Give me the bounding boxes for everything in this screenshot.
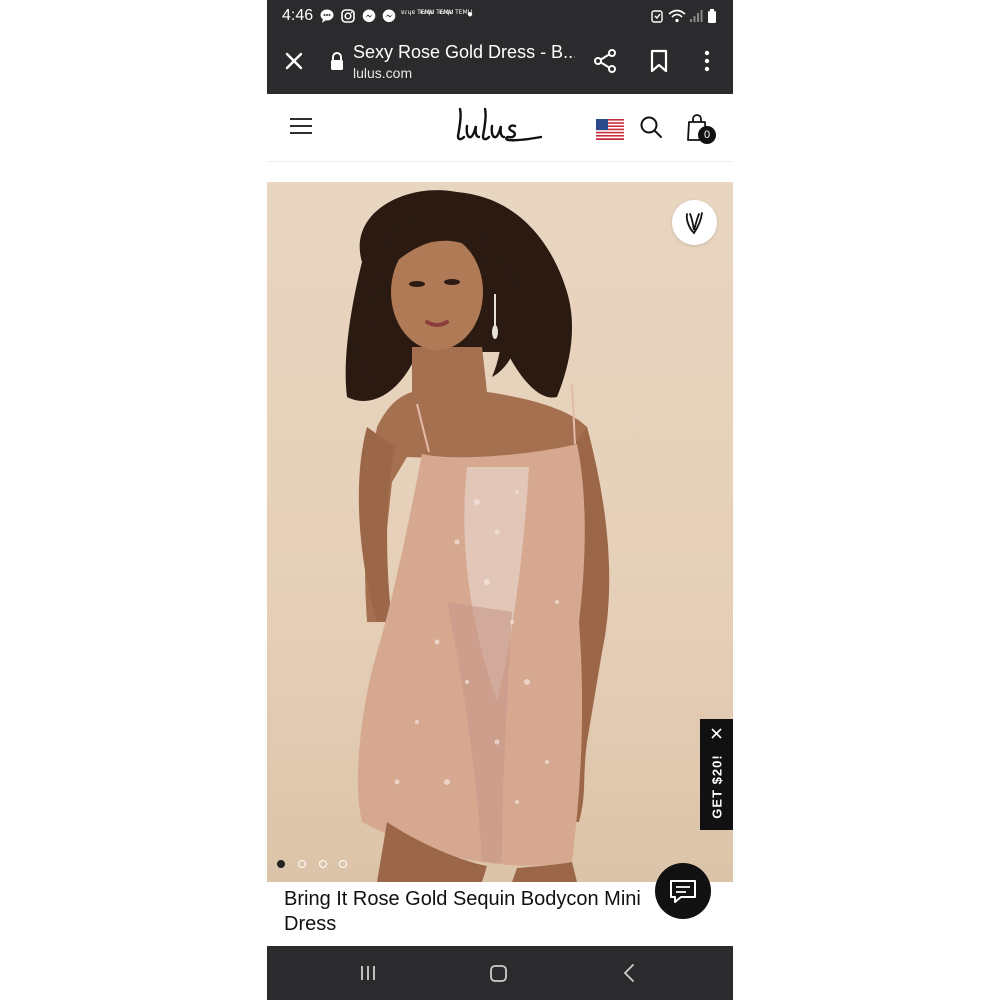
carousel-dot[interactable] bbox=[277, 860, 285, 868]
carousel-dot[interactable] bbox=[319, 860, 327, 868]
close-icon[interactable] bbox=[710, 727, 723, 740]
chat-button[interactable] bbox=[655, 863, 711, 919]
phone-screen: 4:46 ɐɾɥɐ TEMU ɐɾɥɐ TEMU ɐɾɥɐ TEMU ● Sex… bbox=[267, 0, 733, 1000]
bookmark-icon[interactable] bbox=[648, 48, 670, 74]
recent-apps-icon[interactable] bbox=[359, 964, 377, 982]
lock-icon bbox=[331, 52, 343, 70]
page-title[interactable]: Sexy Rose Gold Dress - B... bbox=[353, 42, 575, 63]
home-icon[interactable] bbox=[489, 964, 508, 983]
product-image[interactable] bbox=[267, 182, 733, 882]
wifi-icon bbox=[668, 9, 686, 23]
messenger-icon bbox=[382, 9, 396, 23]
page-url[interactable]: lulus.com bbox=[353, 65, 412, 81]
cart-count-badge: 0 bbox=[698, 126, 716, 144]
instagram-icon bbox=[341, 9, 355, 23]
lulus-logo[interactable] bbox=[455, 104, 545, 150]
close-icon[interactable] bbox=[281, 48, 307, 74]
wishlist-button[interactable] bbox=[672, 200, 717, 245]
carousel-dot[interactable] bbox=[339, 860, 347, 868]
promo-label[interactable]: GET $20! bbox=[710, 750, 725, 824]
chat-icon bbox=[670, 880, 696, 903]
site-header: 0 bbox=[267, 94, 733, 162]
product-title: Bring It Rose Gold Sequin Bodycon Mini D… bbox=[284, 888, 641, 935]
model-photo bbox=[345, 190, 610, 882]
back-icon[interactable] bbox=[623, 963, 635, 983]
system-nav-bar bbox=[267, 946, 733, 1000]
signal-icon bbox=[690, 10, 703, 22]
us-flag-icon[interactable] bbox=[596, 119, 624, 140]
carousel-dot[interactable] bbox=[298, 860, 306, 868]
more-options-icon[interactable] bbox=[697, 48, 717, 74]
status-time: 4:46 bbox=[282, 7, 314, 24]
battery-icon bbox=[708, 9, 716, 23]
heart-icon bbox=[685, 212, 703, 235]
more-notifications-dot: ● bbox=[467, 9, 474, 20]
alarm-icon bbox=[651, 10, 663, 23]
hamburger-menu-icon[interactable] bbox=[289, 116, 313, 136]
status-bar: 4:46 ɐɾɥɐ TEMU ɐɾɥɐ TEMU ɐɾɥɐ TEMU ● bbox=[267, 0, 733, 33]
browser-toolbar: Sexy Rose Gold Dress - B... lulus.com bbox=[267, 33, 733, 94]
messenger-icon bbox=[362, 9, 376, 23]
search-icon[interactable] bbox=[639, 115, 663, 139]
share-icon[interactable] bbox=[592, 48, 618, 74]
promo-tab[interactable]: GET $20! bbox=[700, 719, 733, 830]
chat-bubble-icon bbox=[320, 9, 334, 23]
